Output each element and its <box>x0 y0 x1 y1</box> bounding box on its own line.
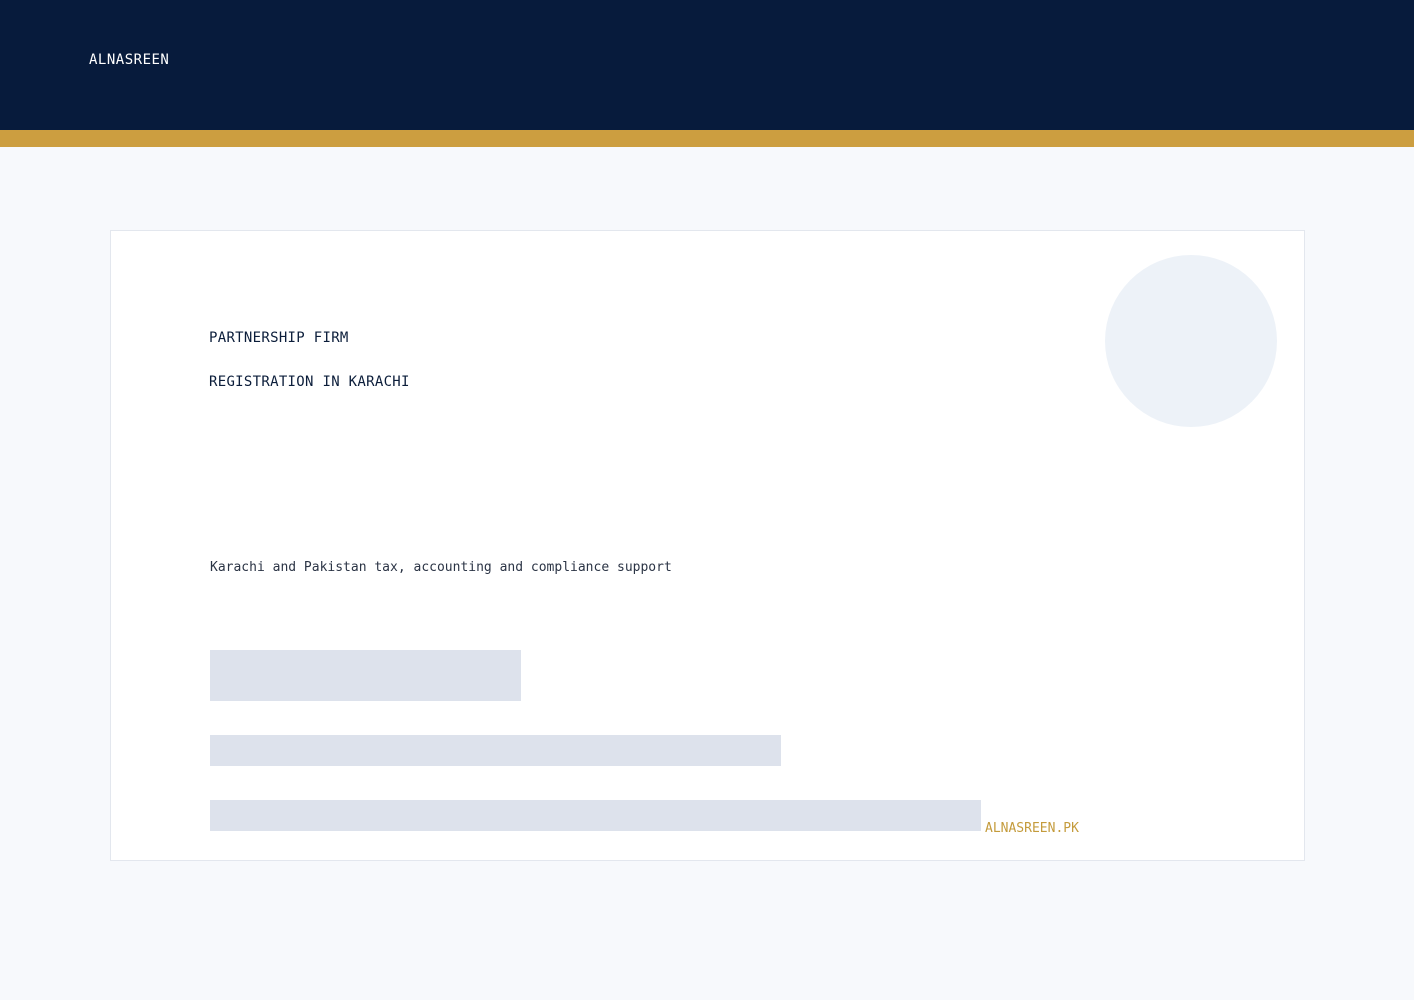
skeleton-placeholder-2 <box>210 735 781 766</box>
hero-title-line-2: REGISTRATION IN KARACHI <box>209 374 410 390</box>
skeleton-placeholder-1 <box>210 650 521 701</box>
decorative-circle <box>1105 255 1277 427</box>
brand-logo-text[interactable]: ALNASREEN <box>89 51 169 69</box>
site-domain-label: ALNASREEN.PK <box>985 821 1079 836</box>
skeleton-placeholder-3 <box>210 800 981 831</box>
hero-title-line-1: PARTNERSHIP FIRM <box>209 330 349 346</box>
top-header: ALNASREEN <box>0 0 1414 130</box>
hero-subtitle: Karachi and Pakistan tax, accounting and… <box>210 560 672 575</box>
hero-card: PARTNERSHIP FIRM REGISTRATION IN KARACHI… <box>110 230 1305 861</box>
accent-divider <box>0 130 1414 147</box>
